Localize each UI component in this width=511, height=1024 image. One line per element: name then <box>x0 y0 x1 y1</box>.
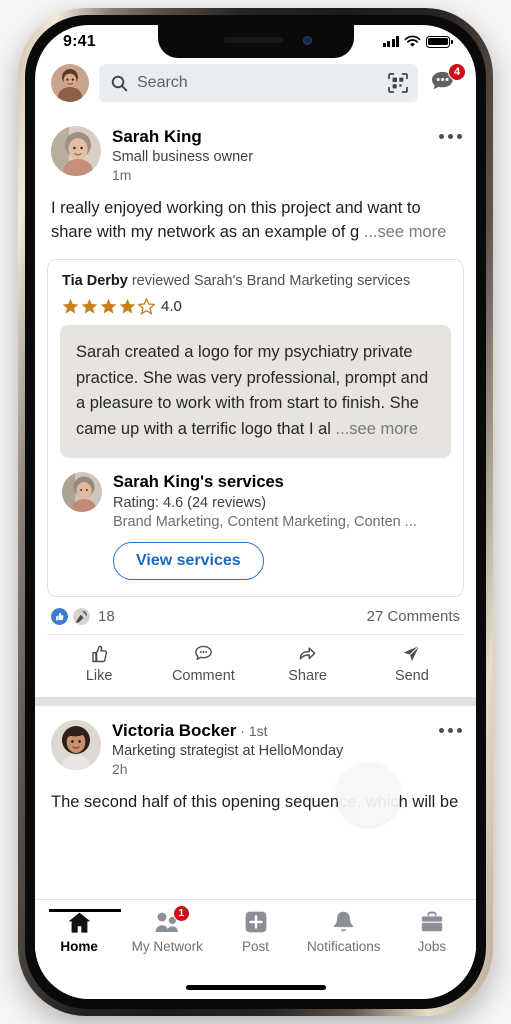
author-headline: Small business owner <box>112 149 254 166</box>
post-sarah-king: Sarah King Small business owner 1m I rea… <box>35 112 476 690</box>
share-arrow-icon <box>299 647 316 660</box>
nav-item-my-network[interactable]: 1 My Network <box>123 905 211 954</box>
search-input[interactable]: Search <box>137 74 379 92</box>
phone-mockup: 9:41 Search 4 Sarah King Small business … <box>0 0 511 1024</box>
home-indicator[interactable] <box>185 985 326 990</box>
rating-value: 4.0 <box>161 298 182 316</box>
reviewer-name[interactable]: Tia Derby <box>62 273 128 289</box>
like-label: Like <box>85 667 113 684</box>
comment-label: Comment <box>171 667 235 684</box>
star-rating <box>62 298 155 316</box>
review-header: Tia Derby reviewed Sarah's Brand Marketi… <box>48 260 463 315</box>
feed[interactable]: Sarah King Small business owner 1m I rea… <box>35 112 476 953</box>
comment-button[interactable]: Comment <box>151 643 255 684</box>
status-time: 9:41 <box>63 32 96 50</box>
services-tags: Brand Marketing, Content Marketing, Cont… <box>113 513 417 530</box>
messaging-button[interactable]: 4 <box>428 63 466 100</box>
send-label: Send <box>394 667 429 684</box>
author-headline: Marketing strategist at HelloMonday <box>112 743 344 760</box>
touch-indicator <box>337 763 400 826</box>
nav-item-jobs[interactable]: Jobs <box>388 910 476 954</box>
nav-label-notifications: Notifications <box>306 939 381 954</box>
post-timestamp: 1m <box>112 167 132 184</box>
status-icons <box>382 35 453 48</box>
thumbs-up-icon <box>91 645 107 663</box>
nav-item-notifications[interactable]: Notifications <box>300 910 388 954</box>
engagement-counts: 18 27 Comments <box>35 597 476 634</box>
author-name[interactable]: Victoria Bocker · 1st <box>112 721 428 741</box>
my-network-badge: 1 <box>172 905 190 922</box>
star-filled-icon <box>81 298 98 314</box>
battery-full-icon <box>426 35 453 48</box>
post-header: Victoria Bocker · 1st Marketing strategi… <box>35 716 476 777</box>
services-info: Sarah King's services Rating: 4.6 (24 re… <box>113 472 417 530</box>
services-row: Sarah King's services Rating: 4.6 (24 re… <box>48 458 463 530</box>
author-info: Sarah King Small business owner 1m <box>112 126 428 183</box>
post-text: I really enjoyed working on this project… <box>35 183 476 245</box>
post-text: The second half of this opening sequence… <box>51 793 459 812</box>
cellular-bars-icon <box>382 36 399 47</box>
post-see-more[interactable]: ...see more <box>364 223 447 241</box>
qr-scan-icon[interactable] <box>388 73 408 93</box>
star-filled-icon <box>119 298 136 314</box>
overflow-menu-icon[interactable] <box>439 126 462 139</box>
author-name-text: Victoria Bocker <box>112 720 237 740</box>
overflow-menu-icon[interactable] <box>439 720 462 733</box>
me-avatar[interactable] <box>51 64 89 102</box>
comments-count[interactable]: 27 Comments <box>367 608 460 625</box>
top-app-bar: Search 4 <box>35 58 476 112</box>
services-rating: Rating: 4.6 (24 reviews) <box>113 494 267 511</box>
nav-label-post: Post <box>242 939 270 954</box>
connection-degree: · 1st <box>236 722 268 739</box>
rating-row: 4.0 <box>62 298 449 315</box>
home-icon <box>68 912 90 933</box>
star-filled-icon <box>62 298 79 314</box>
status-bar: 9:41 <box>35 25 476 58</box>
author-name[interactable]: Sarah King <box>112 127 428 147</box>
post-header: Sarah King Small business owner 1m <box>35 122 476 183</box>
nav-label-my-network: My Network <box>131 939 203 954</box>
share-button[interactable]: Share <box>256 643 360 684</box>
author-avatar[interactable] <box>51 126 101 176</box>
like-reaction-icon <box>51 607 68 625</box>
bottom-navigation: Home 1 My Network Post Notifications Job… <box>35 899 476 999</box>
post-victoria-bocker: Victoria Bocker · 1st Marketing strategi… <box>35 705 476 816</box>
search-icon <box>111 75 128 91</box>
nav-item-post[interactable]: Post <box>211 910 299 954</box>
nav-label-jobs: Jobs <box>417 939 447 954</box>
review-quote: Sarah created a logo for my psychiatry p… <box>60 325 451 459</box>
phone-screen: 9:41 Search 4 Sarah King Small business … <box>35 25 476 999</box>
celebrate-reaction-icon <box>73 607 90 625</box>
services-title[interactable]: Sarah King's services <box>113 472 417 493</box>
review-title: Tia Derby reviewed Sarah's Brand Marketi… <box>62 272 449 291</box>
like-button[interactable]: Like <box>47 643 151 684</box>
review-intro-text: reviewed Sarah's Brand Marketing service… <box>127 273 411 290</box>
author-avatar[interactable] <box>51 719 101 770</box>
search-bar[interactable]: Search <box>99 64 418 102</box>
nav-item-home[interactable]: Home <box>35 909 123 954</box>
review-see-more[interactable]: ...see more <box>336 420 419 438</box>
send-paperplane-icon <box>404 645 420 661</box>
view-services-button[interactable]: View services <box>113 541 264 580</box>
services-avatar <box>62 472 102 513</box>
send-button[interactable]: Send <box>360 643 464 684</box>
post-separator <box>35 696 476 706</box>
wifi-icon <box>404 35 421 47</box>
post-plus-icon <box>245 911 266 933</box>
messaging-badge: 4 <box>448 63 466 81</box>
star-outline-icon <box>138 298 155 316</box>
share-label: Share <box>288 667 327 684</box>
comment-bubble-icon <box>195 645 212 660</box>
reactions-group[interactable]: 18 <box>51 607 115 625</box>
briefcase-icon <box>421 911 443 932</box>
star-filled-icon <box>100 298 117 314</box>
reactions-count: 18 <box>98 607 115 625</box>
post-actions: Like Comment Share Send <box>47 633 464 690</box>
nav-label-home: Home <box>60 939 98 954</box>
bell-icon <box>334 911 354 932</box>
review-card[interactable]: Tia Derby reviewed Sarah's Brand Marketi… <box>47 259 464 597</box>
